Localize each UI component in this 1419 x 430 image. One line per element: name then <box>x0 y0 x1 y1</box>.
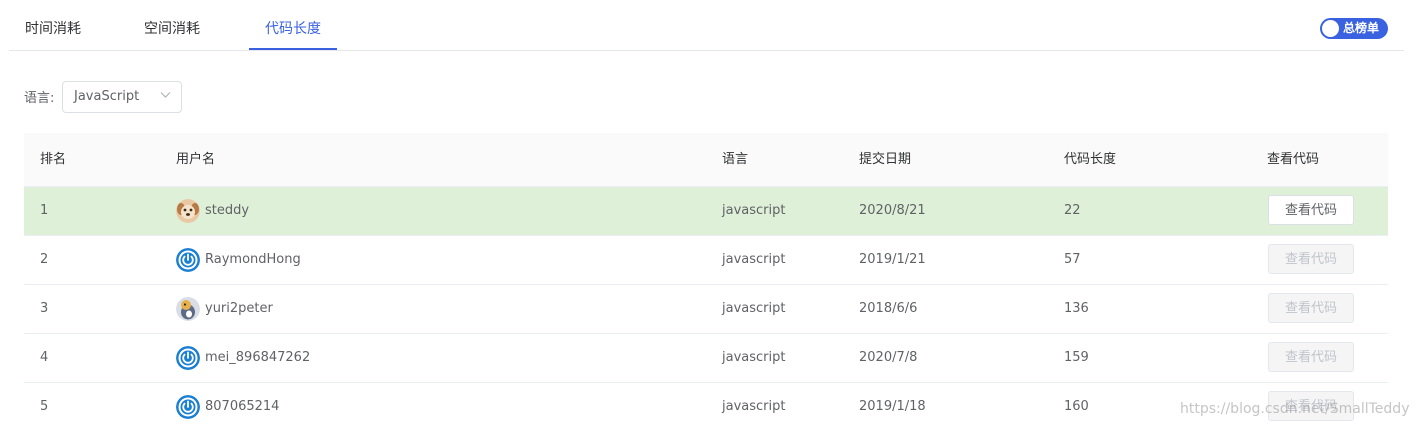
rank-cell: 2 <box>40 252 49 267</box>
language-cell: javascript <box>722 252 786 267</box>
username: mei_896847262 <box>205 350 311 365</box>
user-cell: steddy <box>176 187 249 235</box>
tab-time-cost[interactable]: 时间消耗 <box>25 0 81 49</box>
tab-bar: 时间消耗 空间消耗 代码长度 <box>9 0 1404 51</box>
length-cell: 57 <box>1064 252 1081 267</box>
username: 807065214 <box>205 399 280 414</box>
view-code-button[interactable]: 查看代码 <box>1268 195 1354 225</box>
header-submit-date: 提交日期 <box>859 152 912 167</box>
language-cell: javascript <box>722 203 786 218</box>
rank-cell: 4 <box>40 350 49 365</box>
language-filter-label: 语言: <box>24 91 55 106</box>
user-cell: 807065214 <box>176 383 279 430</box>
header-username: 用户名 <box>176 152 216 167</box>
table-row: 1 steddy javascript 2020/8/21 22 查看代码 <box>24 187 1388 236</box>
username: yuri2peter <box>205 301 273 316</box>
date-cell: 2019/1/18 <box>859 399 926 414</box>
rank-cell: 5 <box>40 399 49 414</box>
power-avatar-icon <box>176 248 200 272</box>
table-row: 2 RaymondHong javascript 2019/1/21 57 查看… <box>24 236 1388 285</box>
length-cell: 159 <box>1064 350 1089 365</box>
ranking-table: 排名 用户名 语言 提交日期 代码长度 查看代码 1 steddy javasc… <box>24 133 1388 430</box>
user-cell: mei_896847262 <box>176 334 310 382</box>
power-avatar-icon <box>176 346 200 370</box>
date-cell: 2018/6/6 <box>859 301 918 316</box>
date-cell: 2020/8/21 <box>859 203 926 218</box>
toggle-knob <box>1322 20 1339 37</box>
length-cell: 22 <box>1064 203 1081 218</box>
view-code-button[interactable]: 查看代码 <box>1268 244 1354 274</box>
tab-space-cost[interactable]: 空间消耗 <box>144 0 200 49</box>
user-cell: RaymondHong <box>176 236 301 284</box>
username: RaymondHong <box>205 252 301 267</box>
leaderboard-page: 时间消耗 空间消耗 代码长度 总榜单 语言: JavaScript 排名 用户名… <box>0 0 1419 430</box>
view-code-button[interactable]: 查看代码 <box>1268 293 1354 323</box>
username: steddy <box>205 203 250 218</box>
table-header: 排名 用户名 语言 提交日期 代码长度 查看代码 <box>24 133 1388 187</box>
language-select[interactable]: JavaScript <box>62 81 182 113</box>
length-cell: 136 <box>1064 301 1089 316</box>
bird-avatar-icon <box>176 297 200 321</box>
language-cell: javascript <box>722 399 786 414</box>
length-cell: 160 <box>1064 399 1089 414</box>
language-cell: javascript <box>722 350 786 365</box>
power-avatar-icon <box>176 395 200 419</box>
header-rank: 排名 <box>40 152 67 167</box>
header-language: 语言 <box>722 152 749 167</box>
dog-avatar-icon <box>176 199 200 223</box>
rank-cell: 1 <box>40 203 49 218</box>
watermark: https://blog.csdn.net/SmallTeddy <box>1180 401 1410 417</box>
chevron-down-icon <box>160 82 171 110</box>
language-select-value: JavaScript <box>74 89 140 104</box>
language-cell: javascript <box>722 301 786 316</box>
view-code-button[interactable]: 查看代码 <box>1268 342 1354 372</box>
date-cell: 2020/7/8 <box>859 350 918 365</box>
overall-ranking-toggle[interactable]: 总榜单 <box>1320 18 1388 39</box>
table-row: 4 mei_896847262 javascript 2020/7/8 159 … <box>24 334 1388 383</box>
rank-cell: 3 <box>40 301 49 316</box>
date-cell: 2019/1/21 <box>859 252 926 267</box>
user-cell: yuri2peter <box>176 285 273 333</box>
table-row: 3 yuri2peter javascript 2018/6/6 136 查看代… <box>24 285 1388 334</box>
header-code-length: 代码长度 <box>1064 152 1117 167</box>
toggle-label: 总榜单 <box>1343 21 1380 35</box>
tab-code-length[interactable]: 代码长度 <box>249 0 337 50</box>
header-view-code: 查看代码 <box>1267 152 1320 167</box>
